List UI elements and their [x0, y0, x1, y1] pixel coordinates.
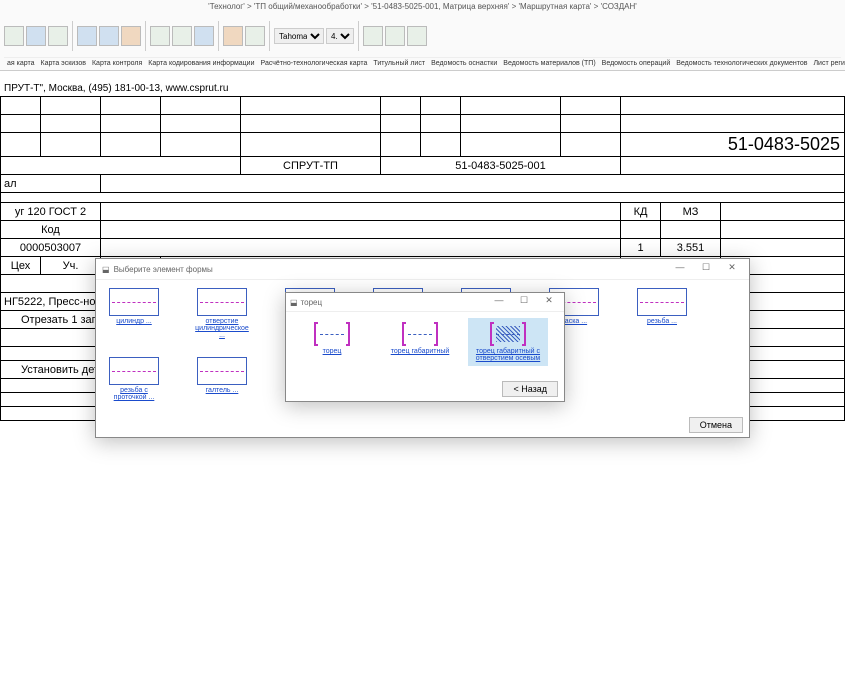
shape-thread[interactable]: резьба ...: [632, 288, 692, 339]
ribbon-tab[interactable]: Ведомость операций: [599, 59, 674, 68]
ribbon-tab[interactable]: Ведомость оснастки: [428, 59, 500, 68]
maximize-icon[interactable]: ☐: [695, 262, 717, 276]
ribbon-tab[interactable]: Ведомость материалов (ТП): [500, 59, 598, 68]
part-number-short: 51-0483-5025: [621, 133, 845, 157]
hdr-uch: Уч.: [41, 257, 101, 275]
ribbon-btn-cut[interactable]: [245, 26, 265, 46]
ribbon-tab[interactable]: ая карта: [4, 59, 38, 68]
dialog-title-text: Выберите элемент формы: [114, 265, 213, 274]
shape-thread-groove[interactable]: резьба с проточкой ...: [104, 357, 164, 401]
ribbon-tab[interactable]: Лист регистрации изменений в ТП: [810, 59, 845, 68]
app-icon: ⬓: [102, 265, 110, 274]
separator: [358, 21, 359, 51]
ribbon-btn-4[interactable]: [77, 26, 97, 46]
minimize-icon[interactable]: —: [488, 295, 510, 309]
gost-cell: уг 120 ГОСТ 2: [1, 203, 101, 221]
ribbon-btn-5[interactable]: [99, 26, 119, 46]
ribbon-btn-2[interactable]: [26, 26, 46, 46]
ribbon-btn-1[interactable]: [4, 26, 24, 46]
align-right-icon[interactable]: [407, 26, 427, 46]
ribbon-btn-7[interactable]: [150, 26, 170, 46]
hdr-mz: МЗ: [661, 203, 721, 221]
system-title: СПРУТ-ТП: [241, 157, 381, 175]
separator: [218, 21, 219, 51]
ribbon-tab[interactable]: Карта эскизов: [38, 59, 89, 68]
separator: [145, 21, 146, 51]
dialog2-titlebar: ⬓ торец — ☐ ✕: [286, 293, 564, 312]
separator: [269, 21, 270, 51]
close-icon[interactable]: ✕: [721, 262, 743, 276]
font-size-select[interactable]: 4.5: [326, 28, 354, 44]
face-picker-dialog: ⬓ торец — ☐ ✕ торец торец габаритный тор…: [285, 292, 565, 402]
maximize-icon[interactable]: ☐: [513, 295, 535, 309]
ribbon-btn-paste[interactable]: [223, 26, 243, 46]
window-title: 'Технолог' > 'ТП общий/механообработки' …: [0, 0, 845, 13]
close-icon[interactable]: ✕: [538, 295, 560, 309]
ribbon-tab[interactable]: Ведомость технологических документов: [673, 59, 810, 68]
align-left-icon[interactable]: [363, 26, 383, 46]
ribbon-tabs: ая карта Карта эскизов Карта контроля Ка…: [4, 57, 841, 68]
hdr-ceh: Цех: [1, 257, 41, 275]
separator: [72, 21, 73, 51]
dialog2-title-text: торец: [301, 298, 323, 307]
ribbon-tab[interactable]: Расчётно-технологическая карта: [258, 59, 371, 68]
ribbon-btn-9[interactable]: [194, 26, 214, 46]
shape-hole-cyl[interactable]: отверстие цилиндрическое ...: [192, 288, 252, 339]
font-family-select[interactable]: Tahoma: [274, 28, 324, 44]
kod-value: 0000503007: [1, 239, 101, 257]
kd-value: 1: [621, 239, 661, 257]
shape-fillet[interactable]: галтель ...: [192, 357, 252, 401]
face-plain[interactable]: торец: [292, 318, 372, 366]
mz-value: 3.551: [661, 239, 721, 257]
ribbon-toolbar: Tahoma 4.5 ая карта Карта эскизов Карта …: [0, 13, 845, 71]
ribbon-btn-3[interactable]: [48, 26, 68, 46]
ribbon-tab[interactable]: Карта контроля: [89, 59, 145, 68]
ribbon-btn-8[interactable]: [172, 26, 192, 46]
cancel-button[interactable]: Отмена: [689, 417, 743, 433]
dialog-titlebar: ⬓ Выберите элемент формы — ☐ ✕: [96, 259, 749, 280]
minimize-icon[interactable]: —: [669, 262, 691, 276]
app-icon: ⬓: [290, 298, 298, 307]
ribbon-btn-6[interactable]: [121, 26, 141, 46]
hdr-kod: Код: [1, 221, 101, 239]
part-number-full: 51-0483-5025-001: [381, 157, 621, 175]
row-al: ал: [1, 175, 101, 193]
ribbon-tab[interactable]: Карта кодирования информации: [145, 59, 257, 68]
company-info: ПРУТ-Т", Москва, (495) 181-00-13, www.cs…: [0, 81, 845, 96]
align-center-icon[interactable]: [385, 26, 405, 46]
face-overall[interactable]: торец габаритный: [380, 318, 460, 366]
shape-cylinder[interactable]: цилиндр ...: [104, 288, 164, 339]
hdr-kd: КД: [621, 203, 661, 221]
back-button[interactable]: < Назад: [502, 381, 558, 397]
ribbon-tab[interactable]: Титульный лист: [370, 59, 428, 68]
face-overall-axial-hole[interactable]: торец габаритный с отверстием осевым: [468, 318, 548, 366]
